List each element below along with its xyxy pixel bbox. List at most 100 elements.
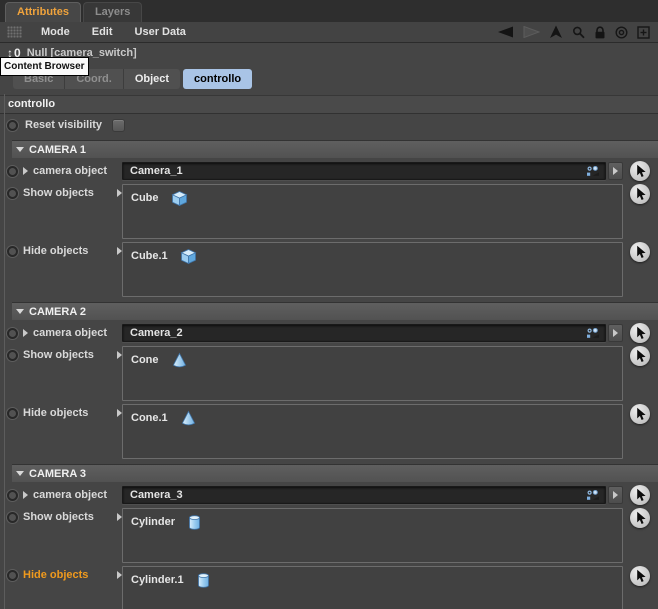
tooltip-content-browser: Content Browser — [0, 57, 89, 76]
camera-link-field[interactable]: Camera_3 — [122, 486, 606, 504]
pick-object-button[interactable] — [630, 242, 650, 262]
pick-object-button[interactable] — [630, 184, 650, 204]
chevron-right-icon[interactable] — [23, 491, 28, 499]
pick-object-button[interactable] — [630, 485, 650, 505]
pick-object-button[interactable] — [630, 161, 650, 181]
show-objects-listbox[interactable]: Cylinder — [122, 508, 623, 563]
navigate-up-icon[interactable] — [549, 25, 563, 39]
cylinder-icon — [196, 572, 211, 589]
hide-objects-listbox[interactable]: Cube.1 — [122, 242, 623, 297]
cursor-arrow-icon — [634, 187, 647, 201]
camera-group-header[interactable]: CAMERA 1 — [12, 140, 658, 158]
keyframe-ring-icon[interactable] — [7, 245, 18, 257]
keyframe-ring-icon[interactable] — [7, 327, 18, 339]
camera-group-header[interactable]: CAMERA 3 — [12, 464, 658, 482]
camera-link-value: Camera_1 — [130, 165, 183, 177]
show-objects-row: Show objects Cube — [7, 184, 650, 239]
object-name: Cone — [131, 354, 159, 366]
pick-object-button[interactable] — [630, 346, 650, 366]
menubar: Mode Edit User Data — [0, 22, 658, 43]
keyframe-ring-icon[interactable] — [7, 569, 18, 581]
history-back-icon[interactable] — [497, 26, 514, 38]
pick-object-button[interactable] — [630, 508, 650, 528]
hide-objects-label-col: Hide objects — [7, 566, 122, 581]
show-objects-row: Show objects Cylinder — [7, 508, 650, 563]
keyframe-ring-icon[interactable] — [7, 349, 18, 361]
section-title: controllo — [0, 95, 658, 114]
tab-object[interactable]: Object — [124, 69, 180, 89]
tab-controllo[interactable]: controllo — [183, 69, 253, 89]
show-objects-listbox[interactable]: Cone — [122, 346, 623, 401]
tab-attributes[interactable]: Attributes — [5, 2, 81, 22]
chevron-down-icon — [16, 309, 24, 314]
camera-object-label-col: camera object — [7, 489, 122, 501]
show-objects-listbox[interactable]: Cube — [122, 184, 623, 239]
keyframe-ring-icon[interactable] — [7, 119, 18, 131]
hide-objects-listbox[interactable]: Cylinder.1 — [122, 566, 623, 609]
chevron-down-icon — [16, 147, 24, 152]
hide-objects-listbox[interactable]: Cone.1 — [122, 404, 623, 459]
camera-object-label-col: camera object — [7, 327, 122, 339]
chevron-right-icon[interactable] — [23, 167, 28, 175]
cursor-arrow-icon — [634, 511, 647, 525]
pick-object-button[interactable] — [630, 404, 650, 424]
cursor-arrow-icon — [634, 569, 647, 583]
list-item[interactable]: Cylinder — [131, 512, 622, 532]
camera-object-label: camera object — [33, 489, 107, 501]
list-item[interactable]: Cylinder.1 — [131, 570, 622, 590]
list-item[interactable]: Cone — [131, 350, 622, 370]
keyframe-ring-icon[interactable] — [7, 165, 18, 177]
camera-group-header[interactable]: CAMERA 2 — [12, 302, 658, 320]
camera-object-label-col: camera object — [7, 165, 122, 177]
menu-mode[interactable]: Mode — [30, 26, 81, 38]
keyframe-ring-icon[interactable] — [7, 187, 18, 199]
camera-link-value: Camera_2 — [130, 327, 183, 339]
cylinder-icon — [187, 514, 202, 531]
drag-handle-icon[interactable] — [7, 26, 22, 38]
cursor-arrow-icon — [634, 245, 647, 259]
camera-group-title: CAMERA 3 — [29, 467, 87, 480]
chevron-right-icon — [613, 167, 618, 175]
node-ports-icon — [586, 489, 600, 501]
show-objects-label-col: Show objects — [7, 184, 122, 199]
list-item[interactable]: Cone.1 — [131, 408, 622, 428]
menu-edit[interactable]: Edit — [81, 26, 124, 38]
pick-object-button[interactable] — [630, 323, 650, 343]
cube-icon — [171, 190, 188, 207]
object-name: Cube.1 — [131, 250, 168, 262]
show-objects-label: Show objects — [23, 511, 94, 523]
camera-link-field[interactable]: Camera_1 — [122, 162, 606, 180]
cursor-arrow-icon — [634, 164, 647, 178]
cursor-arrow-icon — [634, 326, 647, 340]
keyframe-ring-icon[interactable] — [7, 489, 18, 501]
focus-icon[interactable] — [615, 25, 628, 39]
camera-group: CAMERA 2 camera object Camera_2 Show obj… — [0, 302, 658, 459]
show-objects-label: Show objects — [23, 349, 94, 361]
link-menu-button[interactable] — [608, 324, 623, 342]
lock-icon[interactable] — [594, 25, 606, 39]
reset-visibility-checkbox[interactable] — [112, 118, 126, 132]
keyframe-ring-icon[interactable] — [7, 407, 18, 419]
new-panel-icon[interactable] — [637, 25, 650, 39]
show-objects-label-col: Show objects — [7, 346, 122, 361]
search-icon[interactable] — [572, 26, 585, 39]
hide-objects-row: Hide objects Cube.1 — [7, 242, 650, 297]
tab-layers[interactable]: Layers — [82, 2, 143, 22]
list-item[interactable]: Cube — [131, 188, 622, 208]
cone-icon — [171, 352, 188, 369]
pick-object-button[interactable] — [630, 566, 650, 586]
history-forward-icon[interactable] — [523, 26, 540, 38]
cursor-arrow-icon — [634, 488, 647, 502]
camera-object-label: camera object — [33, 165, 107, 177]
menu-user-data[interactable]: User Data — [124, 26, 197, 38]
link-menu-button[interactable] — [608, 162, 623, 180]
hide-objects-label-col: Hide objects — [7, 242, 122, 257]
list-item[interactable]: Cube.1 — [131, 246, 622, 266]
window-tabstrip: Attributes Layers — [0, 0, 658, 22]
keyframe-ring-icon[interactable] — [7, 511, 18, 523]
camera-link-field[interactable]: Camera_2 — [122, 324, 606, 342]
link-menu-button[interactable] — [608, 486, 623, 504]
chevron-down-icon — [16, 471, 24, 476]
hide-objects-label: Hide objects — [23, 407, 89, 419]
chevron-right-icon[interactable] — [23, 329, 28, 337]
